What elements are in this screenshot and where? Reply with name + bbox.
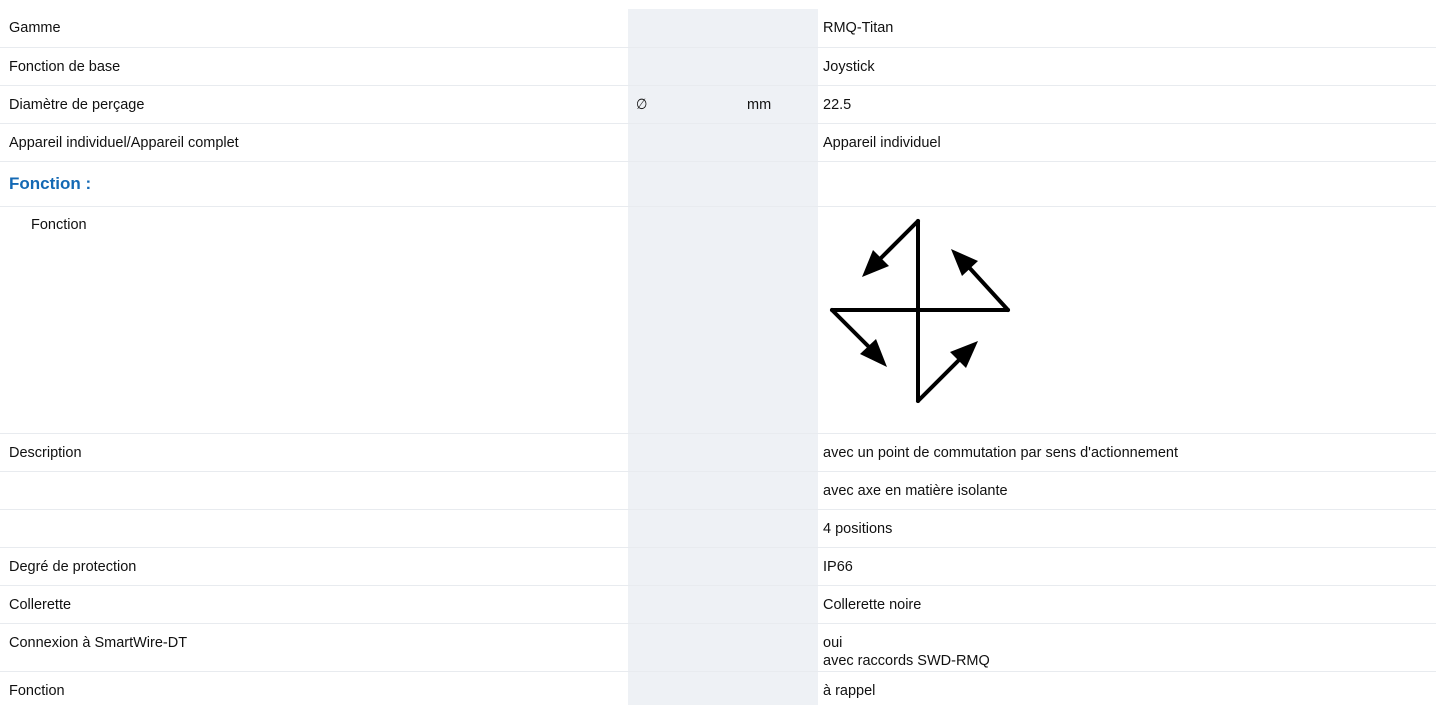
row-label	[0, 470, 628, 509]
table-row: Appareil individuel/Appareil complet App…	[0, 122, 1436, 161]
row-value: Collerette noire	[818, 584, 1436, 623]
table-row: Collerette Collerette noire	[0, 584, 1436, 623]
row-value: IP66	[818, 546, 1436, 585]
table-row: avec axe en matière isolante	[0, 470, 1436, 509]
table-row: Connexion à SmartWire-DT oui avec raccor…	[0, 622, 1436, 671]
table-row: Fonction à rappel	[0, 670, 1436, 709]
section-heading-row: Fonction :	[0, 160, 1436, 206]
table-row: Description avec un point de commutation…	[0, 432, 1436, 471]
row-value: Appareil individuel	[818, 122, 1436, 161]
joystick-symbol-icon	[830, 218, 1010, 403]
section-title: Fonction :	[0, 160, 628, 206]
row-value: 22.5	[818, 84, 1436, 123]
row-label	[0, 508, 628, 547]
row-label: Fonction	[0, 670, 628, 709]
row-label: Fonction de base	[0, 46, 628, 85]
table-row: 4 positions	[0, 508, 1436, 547]
row-value: Joystick	[818, 46, 1436, 85]
row-value: RMQ-Titan	[823, 20, 894, 36]
row-label: Appareil individuel/Appareil complet	[0, 122, 628, 161]
row-label: Diamètre de perçage	[0, 84, 628, 123]
table-row: Degré de protection IP66	[0, 546, 1436, 585]
row-value: avec axe en matière isolante	[818, 470, 1436, 509]
row-label: Degré de protection	[0, 546, 628, 585]
table-row: Gamme RMQ-Titan	[0, 9, 1436, 47]
row-label: Collerette	[0, 584, 628, 623]
table-row: Fonction de base Joystick	[0, 46, 1436, 85]
row-value: oui	[823, 634, 843, 651]
row-value: à rappel	[818, 670, 1436, 709]
diameter-symbol: ∅	[628, 84, 744, 123]
row-value: avec un point de commutation par sens d'…	[818, 432, 1436, 471]
function-image-row: Fonction	[0, 205, 1436, 433]
row-label: Connexion à SmartWire-DT	[0, 622, 628, 671]
product-specification-sheet: Gamme RMQ-Titan Fonction de base Joystic…	[0, 0, 1436, 709]
row-label: Fonction	[0, 205, 628, 433]
row-label: Description	[0, 432, 628, 471]
table-row: Diamètre de perçage ∅ mm 22.5	[0, 84, 1436, 123]
specification-table: Gamme RMQ-Titan Fonction de base Joystic…	[0, 9, 1436, 709]
row-value-second-line: avec raccords SWD-RMQ	[823, 652, 990, 669]
unit-label: mm	[744, 84, 818, 123]
row-value: 4 positions	[818, 508, 1436, 547]
row-label: Gamme	[9, 20, 61, 36]
